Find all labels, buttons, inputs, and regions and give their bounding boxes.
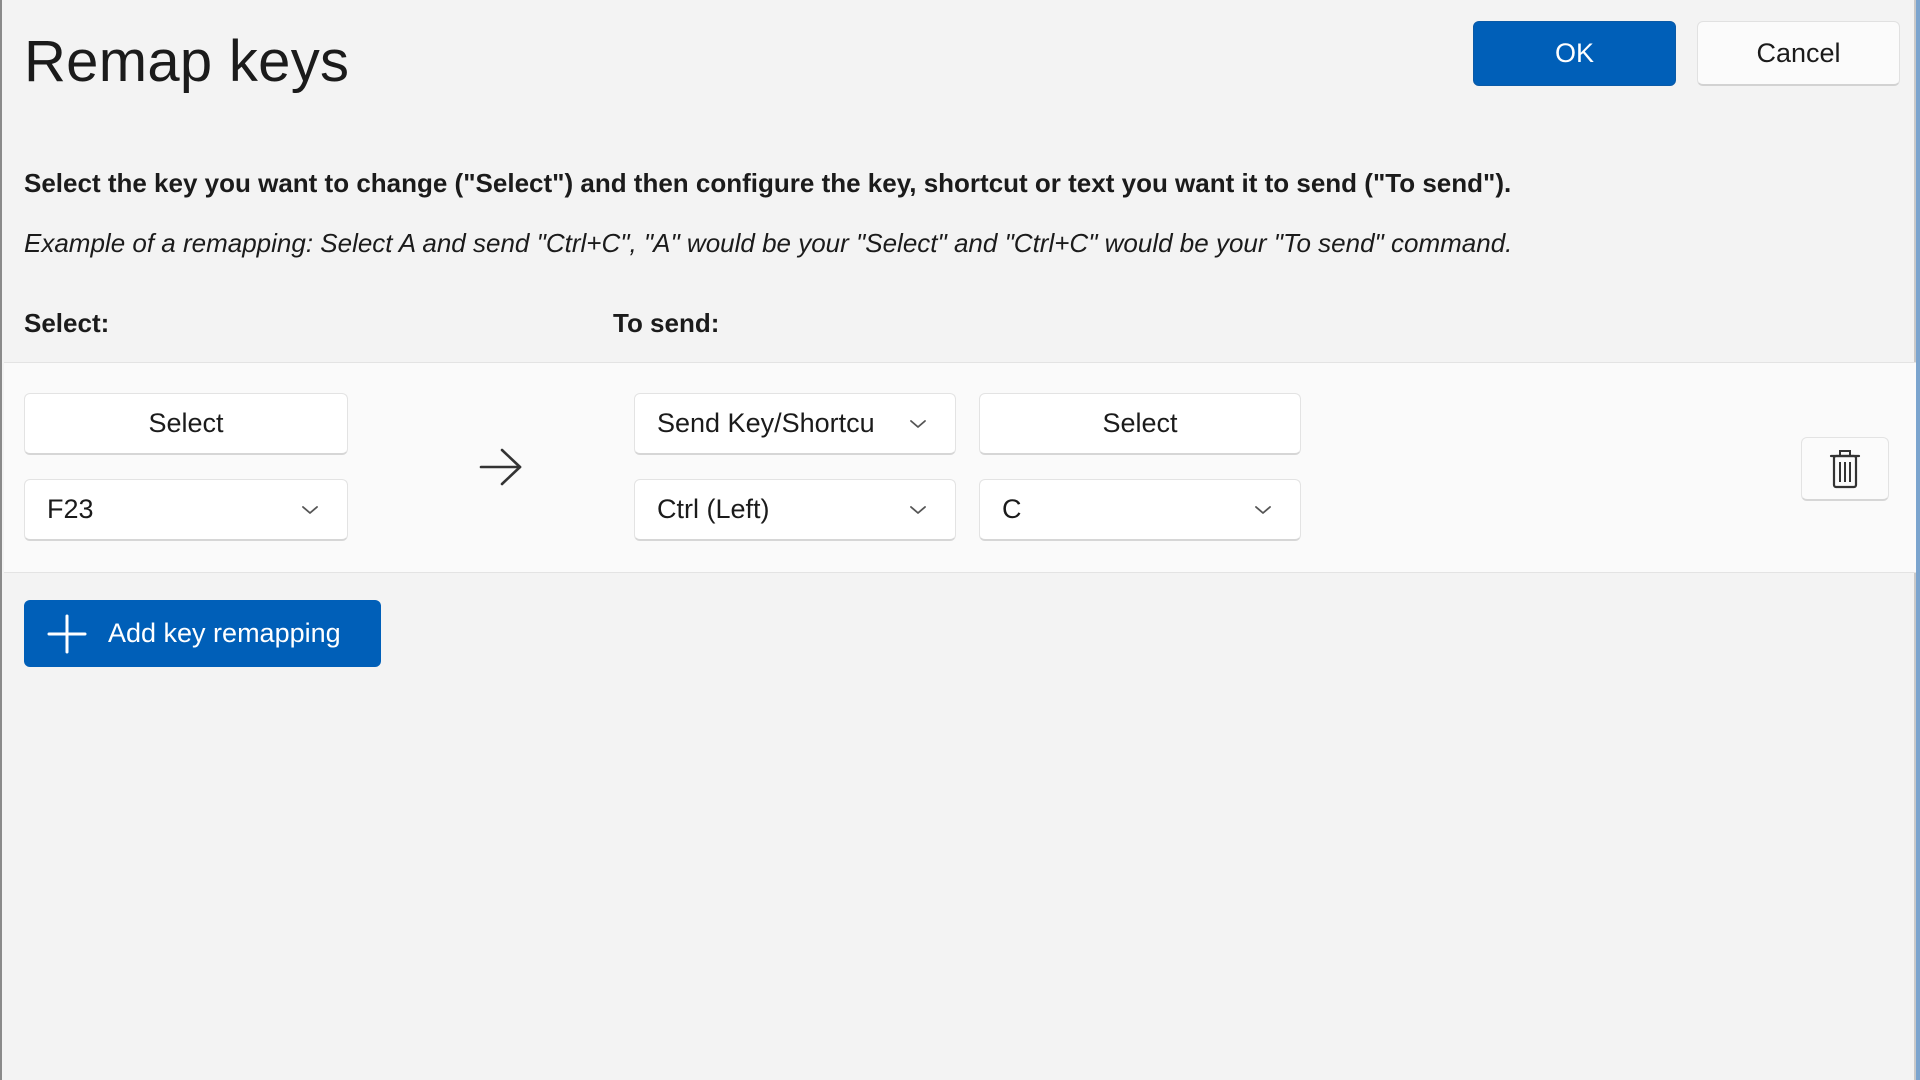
- send-select-button-label: Select: [1102, 408, 1178, 438]
- chevron-down-icon: [1255, 505, 1271, 514]
- send-modifier-dropdown[interactable]: Ctrl (Left): [634, 479, 956, 541]
- chevron-down-icon: [910, 505, 926, 514]
- plus-icon: [47, 614, 87, 653]
- select-column-header: Select:: [24, 308, 110, 338]
- page-title: Remap keys: [24, 29, 350, 94]
- cancel-button[interactable]: Cancel: [1697, 21, 1900, 86]
- send-key-value: C: [1002, 494, 1022, 524]
- arrow-right-icon: [479, 448, 522, 486]
- send-key-dropdown[interactable]: C: [979, 479, 1301, 541]
- ok-button[interactable]: OK: [1473, 21, 1676, 86]
- send-type-value: Send Key/Shortcu: [657, 408, 875, 438]
- send-select-button[interactable]: Select: [979, 393, 1301, 455]
- delete-remapping-button[interactable]: [1801, 437, 1889, 501]
- select-key-button[interactable]: Select: [24, 393, 348, 455]
- window-edge: [1916, 0, 1920, 1080]
- trash-icon: [1829, 449, 1861, 488]
- to-send-column-header: To send:: [613, 308, 720, 338]
- select-key-value: F23: [47, 494, 94, 524]
- add-key-remapping-label: Add key remapping: [108, 618, 341, 648]
- chevron-down-icon: [910, 419, 926, 428]
- chevron-down-icon: [302, 505, 318, 514]
- select-key-button-label: Select: [148, 408, 224, 438]
- example-text: Example of a remapping: Select A and sen…: [24, 228, 1513, 258]
- send-type-dropdown[interactable]: Send Key/Shortcu: [634, 393, 956, 455]
- send-modifier-value: Ctrl (Left): [657, 494, 770, 524]
- select-key-dropdown[interactable]: F23: [24, 479, 348, 541]
- remap-keys-window: Remap keys OK Cancel Select the key you …: [0, 0, 1916, 1080]
- add-key-remapping-button[interactable]: Add key remapping: [24, 600, 381, 667]
- instruction-text: Select the key you want to change ("Sele…: [24, 168, 1512, 198]
